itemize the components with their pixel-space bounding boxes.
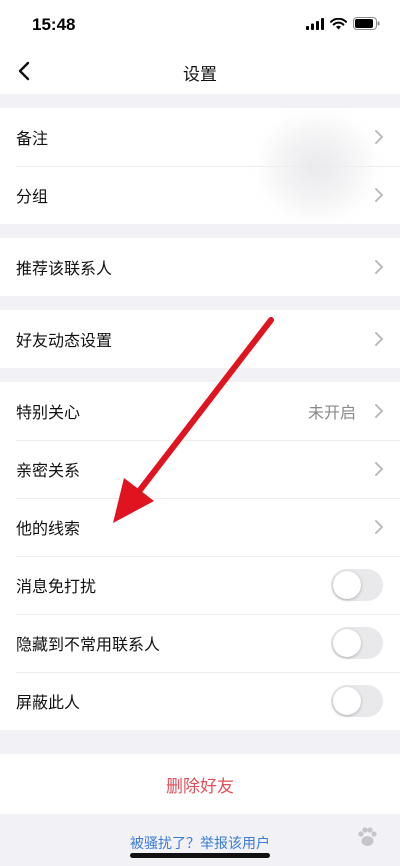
group-moments: 好友动态设置 (0, 310, 400, 368)
row-intimacy[interactable]: 亲密关系 (0, 440, 400, 498)
nav-bar: 设置 (0, 48, 400, 94)
home-indicator (130, 853, 270, 858)
chevron-right-icon (375, 130, 384, 144)
chevron-right-icon (375, 462, 384, 476)
chevron-right-icon (375, 260, 384, 274)
delete-friend-button[interactable]: 删除好友 (0, 754, 400, 814)
status-bar: 15:48 (0, 0, 400, 48)
row-label: 推荐该联系人 (16, 259, 113, 278)
status-time: 15:48 (32, 15, 76, 34)
toggle-knob (333, 687, 361, 715)
chevron-right-icon (375, 520, 384, 534)
block-toggle[interactable] (331, 685, 383, 717)
row-hide-contact: 隐藏到不常用联系人 (0, 614, 400, 672)
paw-icon (358, 827, 377, 846)
row-label: 好友动态设置 (16, 331, 113, 350)
row-special-care[interactable]: 特别关心 未开启 (0, 382, 400, 440)
chevron-right-icon (375, 188, 384, 202)
page-title: 设置 (183, 65, 217, 85)
group-remark: 备注 分组 (0, 108, 400, 224)
battery-icon (353, 17, 380, 30)
row-group[interactable]: 分组 (0, 166, 400, 224)
report-user-link[interactable]: 被骚扰了？举报该用户 (0, 833, 400, 853)
row-block: 屏蔽此人 (0, 672, 400, 730)
row-do-not-disturb: 消息免打扰 (0, 556, 400, 614)
row-label: 备注 (16, 129, 49, 148)
row-label: 消息免打扰 (16, 577, 97, 596)
row-label: 分组 (16, 187, 49, 206)
wifi-icon (330, 17, 347, 29)
row-value: 未开启 (307, 403, 356, 422)
row-label: 特别关心 (16, 403, 81, 422)
row-label: 他的线索 (16, 519, 81, 538)
chevron-right-icon (375, 404, 384, 418)
toggle-knob (333, 571, 361, 599)
hide-toggle[interactable] (331, 627, 383, 659)
watermark-logo (356, 826, 378, 848)
row-label: 屏蔽此人 (16, 693, 81, 712)
row-moments-settings[interactable]: 好友动态设置 (0, 310, 400, 368)
toggle-knob (333, 629, 361, 657)
chevron-right-icon (375, 332, 384, 346)
group-privacy: 特别关心 未开启 亲密关系 他的线索 消息免打扰 隐藏到不常用联系人 屏蔽此人 (0, 382, 400, 730)
group-recommend: 推荐该联系人 (0, 238, 400, 296)
signal-icon (306, 17, 324, 30)
row-label: 隐藏到不常用联系人 (16, 635, 161, 654)
row-label: 亲密关系 (16, 461, 81, 480)
dnd-toggle[interactable] (331, 569, 383, 601)
row-recommend-contact[interactable]: 推荐该联系人 (0, 238, 400, 296)
row-clues[interactable]: 他的线索 (0, 498, 400, 556)
status-icons (306, 17, 380, 30)
row-remark[interactable]: 备注 (0, 108, 400, 166)
